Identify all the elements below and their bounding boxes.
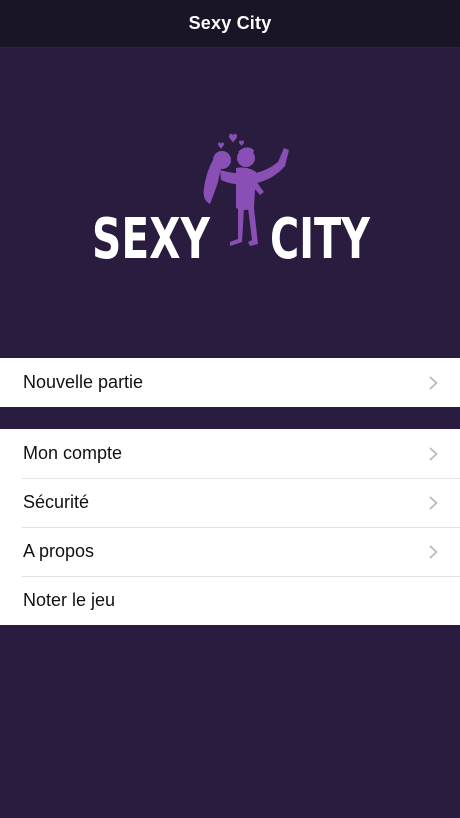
menu-group-primary: Nouvelle partie [0, 358, 460, 407]
chevron-right-icon [429, 376, 438, 389]
menu-item-label: Nouvelle partie [23, 372, 144, 392]
menu-item-mon-compte[interactable]: Mon compte [0, 429, 460, 478]
menu-item-label: Sécurité [23, 492, 90, 512]
chevron-right-icon [429, 496, 438, 509]
menu-item-a-propos[interactable]: A propos [0, 527, 460, 576]
chevron-right-icon [429, 447, 438, 460]
menu-group-secondary: Mon compte Sécurité A propos Noter le je… [0, 429, 460, 625]
menu-item-label: Mon compte [23, 443, 123, 463]
logo-word-right: CITY [270, 207, 371, 272]
logo-word-left: SEXY [92, 207, 211, 272]
chevron-right-icon [429, 545, 438, 558]
sexy-city-logo: SEXY CITY [92, 133, 371, 272]
menu-item-securite[interactable]: Sécurité [0, 478, 460, 527]
menu-item-noter-le-jeu[interactable]: Noter le jeu [0, 576, 460, 625]
page-title: Sexy City [188, 13, 272, 33]
menu-item-label: Noter le jeu [23, 590, 116, 610]
hero-area: SEXY CITY [0, 48, 460, 358]
menu-item-nouvelle-partie[interactable]: Nouvelle partie [0, 358, 460, 407]
navigation-bar: Sexy City [0, 0, 460, 48]
menu-item-label: A propos [23, 541, 95, 561]
heart-icons [218, 133, 244, 149]
